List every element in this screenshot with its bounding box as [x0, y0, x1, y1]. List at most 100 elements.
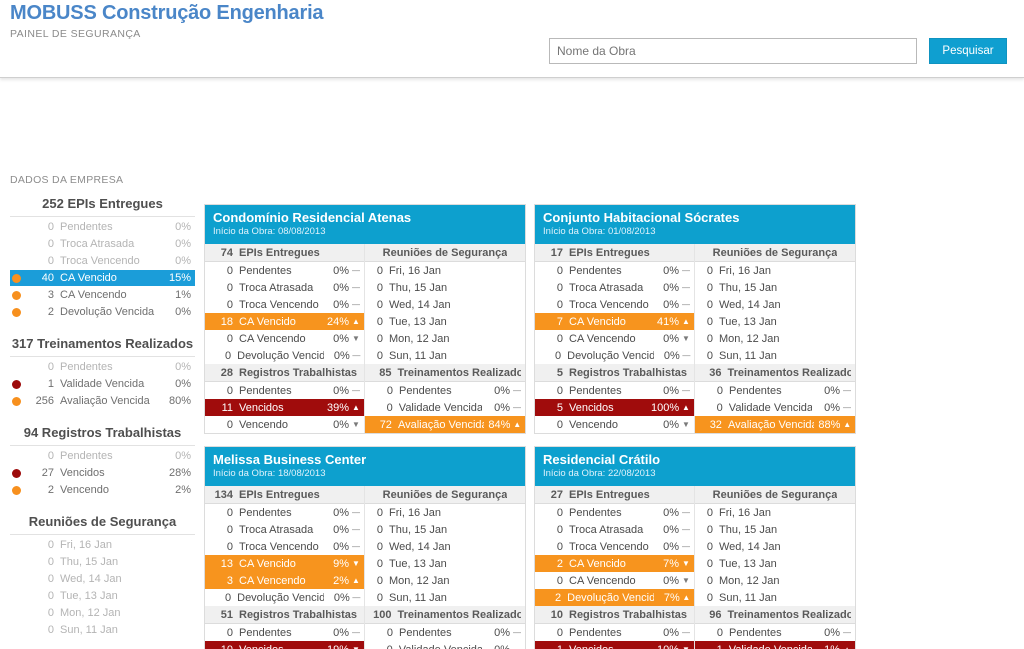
card-metric-row[interactable]: 0 Pendentes 0% — [535, 504, 694, 521]
card-meeting-row[interactable]: 0 Thu, 15 Jan [365, 279, 525, 296]
card-metric-row[interactable]: 1 Validade Vencida1%▲ [695, 641, 855, 649]
card-metric-row[interactable]: 0 Vencendo 0% ▼ [535, 416, 694, 433]
card-metric-row[interactable]: 0 Pendentes 0% — [205, 504, 364, 521]
card-metric-row[interactable]: 0 Pendentes 0% — [535, 262, 694, 279]
card-metric-row[interactable]: 0 Troca Vencendo 0% — [535, 296, 694, 313]
card-metric-row[interactable]: 2 Devolução Vencida 7% ▲ [535, 589, 694, 606]
card-metric-row[interactable]: 2 CA Vencido 7% ▼ [535, 555, 694, 572]
card-meeting-row[interactable]: 0 Tue, 13 Jan [365, 555, 525, 572]
card-metric-row[interactable]: 0 Pendentes 0% — [205, 624, 364, 641]
card-metric-row[interactable]: 0 Troca Atrasada 0% — [205, 279, 364, 296]
card-meeting-row[interactable]: 0 Fri, 16 Jan [695, 262, 855, 279]
card-metric-row[interactable]: 0 Pendentes 0% — [205, 262, 364, 279]
card-metric-label: Pendentes [569, 506, 622, 519]
sidebar-metric-row[interactable]: 2 Vencendo 2% [10, 482, 195, 498]
card-metric-row[interactable]: 0 Pendentes 0% — [365, 382, 525, 399]
card-meeting-row[interactable]: 0 Wed, 14 Jan [365, 538, 525, 555]
card-metric-row[interactable]: 0 CA Vencendo 0% ▼ [535, 572, 694, 589]
card-metric-percent: 0% [333, 506, 349, 519]
card-meeting-row[interactable]: 0 Fri, 16 Jan [365, 262, 525, 279]
card-metric-row[interactable]: 0 Vencendo 0% ▼ [205, 416, 364, 433]
sidebar-metric-percent: 80% [168, 395, 191, 407]
card-meeting-count: 0 [706, 281, 713, 294]
card-metric-row[interactable]: 0 Devolução Vencida 0% — [205, 589, 364, 606]
card-meeting-row[interactable]: 0 Mon, 12 Jan [365, 572, 525, 589]
sidebar-metric-row[interactable]: 0 Pendentes 0% [10, 219, 195, 235]
card-section-label: Reuniões de Segurança [712, 246, 838, 259]
project-card[interactable]: Residencial Crátilo Início da Obra: 22/08… [534, 446, 856, 649]
card-meeting-row[interactable]: 0 Mon, 12 Jan [365, 330, 525, 347]
card-meeting-row[interactable]: 0 Fri, 16 Jan [365, 504, 525, 521]
card-meeting-row[interactable]: 0 Sun, 11 Jan [695, 589, 855, 606]
sidebar-metric-row[interactable]: 0 Mon, 12 Jan [10, 605, 195, 621]
card-metric-row[interactable]: 0Validade Vencida0%— [365, 399, 525, 416]
card-meeting-row[interactable]: 0 Fri, 16 Jan [695, 504, 855, 521]
card-metric-row[interactable]: 0 CA Vencendo 0% ▼ [535, 330, 694, 347]
card-meeting-row[interactable]: 0 Sun, 11 Jan [365, 589, 525, 606]
card-metric-row[interactable]: 72 Avaliação Vencida 84% ▲ [365, 416, 525, 433]
sidebar-metric-row[interactable]: 0 Fri, 16 Jan [10, 537, 195, 553]
card-metric-row[interactable]: 0Validade Vencida0%— [695, 399, 855, 416]
card-metric-row[interactable]: 0 Devolução Vencida 0% — [535, 347, 694, 364]
card-metric-row[interactable]: 0 Troca Vencendo 0% — [535, 538, 694, 555]
card-meeting-row[interactable]: 0 Wed, 14 Jan [695, 296, 855, 313]
sidebar-metric-row[interactable]: 0 Wed, 14 Jan [10, 571, 195, 587]
card-metric-row[interactable]: 5 Vencidos 100% ▲ [535, 399, 694, 416]
card-metric-row[interactable]: 11 Vencidos 39% ▲ [205, 399, 364, 416]
card-metric-row[interactable]: 0 Pendentes 0% — [695, 624, 855, 641]
card-meeting-row[interactable]: 0 Tue, 13 Jan [365, 313, 525, 330]
card-metric-row[interactable]: 0 Pendentes 0% — [695, 382, 855, 399]
card-metric-row[interactable]: 0 Troca Atrasada 0% — [535, 279, 694, 296]
status-dot-none-icon [12, 363, 21, 372]
card-metric-row[interactable]: 7 CA Vencido 41% ▲ [535, 313, 694, 330]
sidebar-metric-row[interactable]: 3 CA Vencendo 1% [10, 287, 195, 303]
card-meeting-row[interactable]: 0 Thu, 15 Jan [695, 521, 855, 538]
sidebar-metric-row[interactable]: 0 Troca Atrasada 0% [10, 236, 195, 252]
card-meeting-row[interactable]: 0 Tue, 13 Jan [695, 313, 855, 330]
card-metric-row[interactable]: 13 CA Vencido 9% ▼ [205, 555, 364, 572]
card-metric-row[interactable]: 0 Troca Vencendo 0% — [205, 538, 364, 555]
search-input[interactable] [549, 38, 917, 64]
card-metric-row[interactable]: 0 CA Vencendo 0% ▼ [205, 330, 364, 347]
card-metric-row[interactable]: 0 Troca Atrasada 0% — [205, 521, 364, 538]
card-metric-row[interactable]: 0 Pendentes 0% — [205, 382, 364, 399]
card-meeting-row[interactable]: 0 Wed, 14 Jan [695, 538, 855, 555]
card-metric-row[interactable]: 0 Troca Vencendo 0% — [205, 296, 364, 313]
sidebar-metric-row[interactable]: 0 Tue, 13 Jan [10, 588, 195, 604]
sidebar-metric-row[interactable]: 256 Avaliação Vencida 80% [10, 393, 195, 409]
card-meeting-row[interactable]: 0 Mon, 12 Jan [695, 330, 855, 347]
sidebar-metric-row[interactable]: 27 Vencidos 28% [10, 465, 195, 481]
sidebar-metric-row[interactable]: 1 Validade Vencida 0% [10, 376, 195, 392]
card-meeting-row[interactable]: 0 Wed, 14 Jan [365, 296, 525, 313]
card-metric-row[interactable]: 0Validade Vencida0%— [365, 641, 525, 649]
card-section-count: 36 [709, 366, 722, 379]
search-button[interactable]: Pesquisar [929, 38, 1007, 64]
card-metric-row[interactable]: 10 Vencidos19%▼ [205, 641, 364, 649]
card-metric-row[interactable]: 18 CA Vencido 24% ▲ [205, 313, 364, 330]
sidebar-metric-row[interactable]: 0 Troca Vencendo 0% [10, 253, 195, 269]
card-metric-row[interactable]: 0 Pendentes 0% — [535, 382, 694, 399]
card-meeting-row[interactable]: 0 Mon, 12 Jan [695, 572, 855, 589]
card-meeting-row[interactable]: 0 Thu, 15 Jan [695, 279, 855, 296]
sidebar-metric-row[interactable]: 0 Pendentes 0% [10, 448, 195, 464]
card-meeting-row[interactable]: 0 Thu, 15 Jan [365, 521, 525, 538]
card-metric-row[interactable]: 0 Pendentes 0% — [365, 624, 525, 641]
sidebar-metric-count: 0 [47, 624, 54, 636]
sidebar-metric-row[interactable]: 2 Devolução Vencida 0% [10, 304, 195, 320]
project-card[interactable]: Melissa Business Center Início da Obra: 1… [204, 446, 526, 649]
card-metric-row[interactable]: 3 CA Vencendo 2% ▲ [205, 572, 364, 589]
card-metric-row[interactable]: 0 Troca Atrasada 0% — [535, 521, 694, 538]
sidebar-metric-row[interactable]: 0 Pendentes 0% [10, 359, 195, 375]
card-meeting-row[interactable]: 0 Sun, 11 Jan [695, 347, 855, 364]
card-meeting-row[interactable]: 0 Tue, 13 Jan [695, 555, 855, 572]
card-metric-row[interactable]: 32 Avaliação Vencida 88% ▲ [695, 416, 855, 433]
card-metric-row[interactable]: 1 Vencidos10%▼ [535, 641, 694, 649]
card-metric-row[interactable]: 0 Pendentes 0% — [535, 624, 694, 641]
card-meeting-row[interactable]: 0 Sun, 11 Jan [365, 347, 525, 364]
project-card[interactable]: Conjunto Habitacional Sócrates Início da … [534, 204, 856, 434]
sidebar-metric-row[interactable]: 0 Sun, 11 Jan [10, 622, 195, 638]
sidebar-metric-row[interactable]: 40 CA Vencido 15% [10, 270, 195, 286]
sidebar-metric-row[interactable]: 0 Thu, 15 Jan [10, 554, 195, 570]
project-card[interactable]: Condomínio Residencial Atenas Início da O… [204, 204, 526, 434]
card-metric-row[interactable]: 0 Devolução Vencida 0% — [205, 347, 364, 364]
